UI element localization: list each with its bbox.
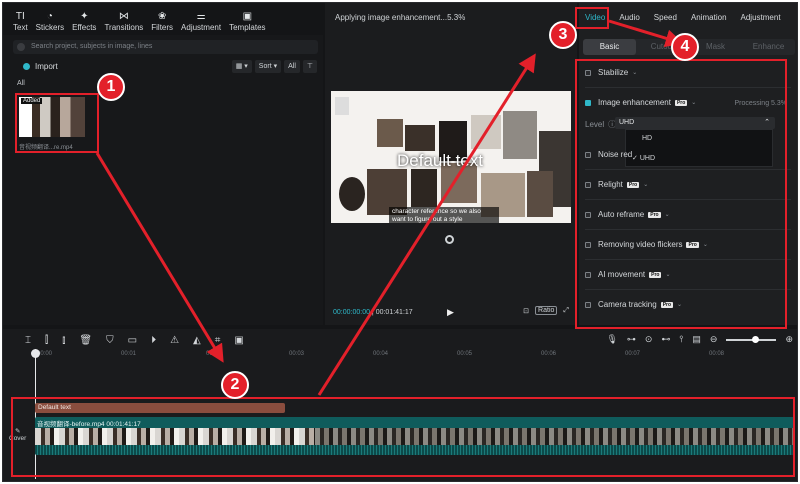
preview-controls: ⊡ Ratio ⤢ [523, 306, 569, 315]
fullscreen-icon[interactable]: ⤢ [563, 307, 569, 315]
delete-icon[interactable]: 🗑 [79, 335, 92, 346]
microphone-icon[interactable]: 🎙 [606, 334, 617, 345]
toolbar-text[interactable]: TI Text [9, 9, 32, 35]
preview-title: Applying image enhancement...5.3% [335, 13, 466, 22]
transitions-icon: ⋈ [118, 11, 129, 22]
canvas-control-icon[interactable] [445, 235, 454, 244]
zoom-in-icon[interactable]: ⊕ [785, 334, 793, 345]
split-left-icon[interactable]: ⫿ [45, 335, 48, 346]
zoom-slider-thumb[interactable] [752, 335, 760, 343]
sticker-icon: ◔ [46, 11, 53, 22]
highlight-timeline [11, 397, 795, 477]
toolbar-adjustment[interactable]: ⚌ Adjustment [177, 9, 225, 35]
split-icon[interactable]: ⌶ [25, 335, 31, 346]
toolbar-stickers[interactable]: ◔ Stickers [32, 9, 68, 35]
import-button[interactable]: Import [23, 62, 58, 71]
filters-icon: ❀ [157, 11, 167, 22]
import-icon [23, 63, 30, 70]
preview-canvas[interactable]: Default text character reference so we a… [331, 91, 571, 223]
magnet-icon[interactable]: ⊙ [645, 334, 653, 345]
timeline-tools: ⌶ ⫿ ⫾ 🗑 ⛉ ▭ ⏵ ⚠ ◭ ⌗ ▣ [25, 335, 244, 346]
warning-icon[interactable]: ⚠ [170, 335, 179, 346]
timeline-ruler: 00:00 00:01 00:02 00:03 00:04 00:05 00:0… [37, 351, 725, 357]
freeze-icon[interactable]: ▭ [128, 335, 137, 346]
timecode: 00:00:00:00 | 00:01:41:17 [333, 309, 413, 316]
all-label: All [17, 80, 25, 87]
search-icon [17, 43, 25, 51]
zoom-slider[interactable] [726, 335, 777, 343]
step-badge-2: 2 [221, 371, 249, 399]
templates-icon: ▣ [242, 11, 253, 22]
ratio-button[interactable]: Ratio [535, 306, 558, 315]
all-filter-button[interactable]: All [284, 60, 300, 73]
tab-adjustment[interactable]: Adjustment [741, 13, 781, 22]
subtab-enhance[interactable]: Enhance [742, 39, 795, 55]
preview-panel: Applying image enhancement...5.3% Defaul… [325, 3, 577, 325]
media-tools: ▦ ▾ Sort ▾ All ⊤ [231, 60, 317, 73]
top-toolbar: TI Text ◔ Stickers ✦ Effects ⋈ Transitions ❀… [9, 9, 270, 35]
step-badge-3: 3 [549, 21, 577, 49]
toolbar-effects[interactable]: ✦ Effects [68, 9, 100, 35]
highlight-basic-panel [575, 59, 787, 329]
crop-icon[interactable]: ⊡ [523, 307, 529, 315]
timeline-right-tools: 🎙 ⊶ ⊙ ⊷ ⫯ ▤ ⊖ ⊕ [606, 334, 793, 345]
link-icon[interactable]: ⊶ [627, 334, 636, 345]
shield-icon[interactable]: ⛉ [106, 335, 114, 346]
mirror-icon[interactable]: ◭ [193, 335, 201, 346]
preview-default-text: Default text [397, 151, 483, 170]
play-icon[interactable]: ▶ [447, 307, 457, 317]
toolbar-filters[interactable]: ❀ Filters [147, 9, 177, 35]
preview-caption: character reference so we also want to f… [389, 207, 499, 223]
step-badge-1: 1 [97, 73, 125, 101]
property-tabs: Video Audio Speed Animation Adjustment [579, 13, 797, 22]
filter-icon[interactable]: ⊤ [302, 60, 317, 73]
effects-icon: ✦ [80, 11, 89, 22]
subtab-basic[interactable]: Basic [583, 39, 636, 55]
step-badge-4: 4 [671, 33, 699, 61]
toolbar-transitions[interactable]: ⋈ Transitions [100, 9, 147, 35]
toolbar-templates[interactable]: ▣ Templates [225, 9, 269, 35]
app-window: TI Text ◔ Stickers ✦ Effects ⋈ Transitions ❀… [2, 2, 798, 482]
search-input[interactable]: Search project, subjects in image, lines [13, 40, 318, 54]
zoom-out-icon[interactable]: ⊖ [710, 334, 718, 345]
total-time: 00:01:41:17 [375, 309, 413, 316]
crop-icon[interactable]: ⌗ [215, 335, 221, 346]
current-time: 00:00:00:00 [333, 309, 370, 316]
text-icon: TI [15, 11, 25, 22]
tab-audio[interactable]: Audio [619, 13, 639, 22]
ai-tool-icon[interactable]: ▣ [234, 335, 243, 346]
tab-animation[interactable]: Animation [691, 13, 727, 22]
highlight-media-thumb [15, 93, 99, 153]
tab-speed[interactable]: Speed [654, 13, 677, 22]
media-panel: Search project, subjects in image, lines… [3, 35, 323, 325]
highlight-video-tab [575, 7, 609, 29]
caption-icon[interactable]: ▤ [692, 334, 701, 345]
sort-button[interactable]: Sort ▾ [254, 60, 282, 73]
adjustment-icon: ⚌ [196, 11, 206, 22]
reverse-icon[interactable]: ⏵ [151, 335, 156, 346]
split-right-icon[interactable]: ⫾ [62, 335, 65, 346]
snap-icon[interactable]: ⊷ [661, 334, 670, 345]
split-view-icon[interactable]: ⫯ [679, 334, 683, 345]
view-toggle-button[interactable]: ▦ ▾ [231, 60, 252, 73]
